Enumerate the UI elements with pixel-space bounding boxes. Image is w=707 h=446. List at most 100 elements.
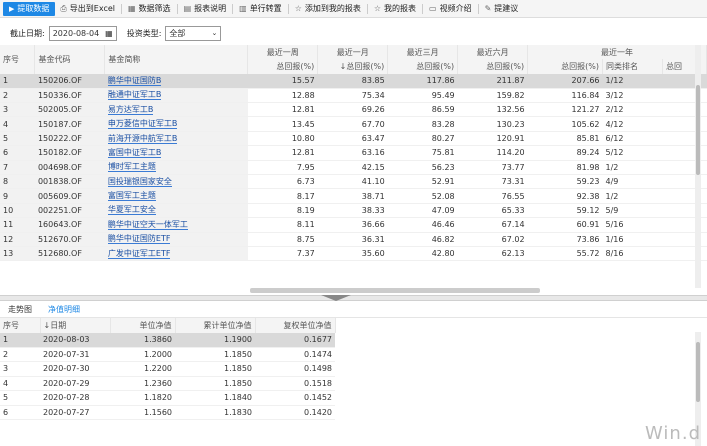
cell-code: 150187.OF [34,116,105,132]
table-row[interactable]: 9 005609.OF 富国军工主题 8.17 38.71 52.08 76.55 92.38… [0,188,707,204]
table-row[interactable]: 2 2020-07-31 1.2000 1.1850 0.1474 [0,347,335,362]
col-header-rank[interactable]: 同类排名 [602,59,663,74]
cell-adj_nav: 0.1677 [255,332,335,348]
table-row[interactable]: 11 160643.OF 鹏华中证空天一体军工 8.11 36.66 46.46 67.14… [0,217,707,233]
export-excel-button[interactable]: ⎙ 导出到Excel [55,0,120,18]
cell-name[interactable]: 前海开源中航军工B [104,131,248,147]
bottom-tabs: 走势图 净值明细 [0,301,707,318]
fund-name-link[interactable]: 广发中证军工ETF [107,249,171,259]
cell-name[interactable]: 申万菱信中证军工B [104,116,248,132]
cell-seq: 3 [0,102,35,118]
cell-m3: 117.86 [387,73,458,89]
col-header-adj-nav[interactable]: 复权单位净值 [255,318,336,333]
cell-rank: 2/12 [602,102,663,118]
table-row[interactable]: 7 004698.OF 博时军工主题 7.95 42.15 56.23 73.77 81.98… [0,160,707,176]
calendar-icon[interactable]: ▦ [105,29,113,38]
fund-name-link[interactable]: 鹏华中证国防B [107,76,162,86]
cell-seq: 10 [0,203,35,219]
data-filter-button[interactable]: ▦ 数据筛选 [123,0,176,18]
table-row[interactable]: 10 002251.OF 华夏军工安全 8.19 38.33 47.09 65.33 59.1… [0,203,707,219]
table-row[interactable]: 4 150187.OF 申万菱信中证军工B 13.45 67.70 83.28 130.23… [0,116,707,132]
table-row[interactable]: 5 150222.OF 前海开源中航军工B 10.80 63.47 80.27 120.91… [0,131,707,147]
fund-name-link[interactable]: 鹏华中证空天一体军工 [107,220,188,230]
cell-seq: 11 [0,217,35,233]
col-header-seq[interactable]: 序号 [0,45,36,74]
investment-type-select[interactable]: 全部 ⌄ [165,25,222,41]
fund-name-link[interactable]: 申万菱信中证军工B [107,119,178,130]
fund-name-link[interactable]: 富国中证军工B [107,148,162,158]
cell-name[interactable]: 富国军工主题 [104,188,248,204]
table-row[interactable]: 5 2020-07-28 1.1820 1.1840 0.1452 [0,390,335,406]
top-scroll-thumb[interactable] [696,85,700,175]
table-row[interactable]: 12 512670.OF 鹏华中证国防ETF 8.75 36.31 46.82 67.02 7… [0,232,707,247]
date-picker[interactable]: 2020-08-04 ▦ [48,25,117,41]
table-row[interactable]: 1 2020-08-03 1.3860 1.1900 0.1677 [0,332,335,348]
cell-name[interactable]: 鹏华中证空天一体军工 [104,217,248,233]
col-header-seq[interactable]: 序号 [0,318,41,333]
cell-m3: 52.91 [387,174,458,190]
bottom-scroll-thumb[interactable] [696,342,700,402]
col-header-date[interactable]: ↓日期 [40,318,111,333]
my-report-button[interactable]: ☆ 我的报表 [369,0,421,18]
cell-w1: 7.95 [247,160,318,176]
col-header-3month-return[interactable]: 总回报(%) [387,59,459,74]
fund-name-link[interactable]: 博时军工主题 [107,162,156,173]
table-row[interactable]: 4 2020-07-29 1.2360 1.1850 0.1518 [0,376,335,391]
table-row[interactable]: 13 512680.OF 广发中证军工ETF 7.37 35.60 42.80 62.13 5… [0,246,707,262]
table-row[interactable]: 6 2020-07-27 1.1560 1.1830 0.1420 [0,405,335,420]
tab-nav-detail[interactable]: 净值明细 [40,304,88,315]
cell-name[interactable]: 易方达军工B [104,102,248,118]
table-row[interactable]: 3 502005.OF 易方达军工B 12.81 69.26 86.59 132.56 121… [0,102,707,118]
cell-m1: 38.33 [317,203,388,219]
col-header-6month-return[interactable]: 总回报(%) [457,59,529,74]
cell-name[interactable]: 博时军工主题 [104,160,248,176]
cell-seq: 6 [0,145,35,161]
col-header-name[interactable]: 基金简称 [104,45,249,74]
suggest-button[interactable]: ✎ 提建议 [480,0,524,18]
extract-data-button[interactable]: ▶ 提取数据 [3,1,56,16]
add-to-my-report-button[interactable]: ☆ 添加到我的报表 [290,0,366,18]
cell-m1: 41.10 [317,174,388,190]
report-info-button[interactable]: ▤ 报表说明 [179,0,232,18]
cell-name[interactable]: 鹏华中证国防B [104,73,248,89]
video-intro-button[interactable]: ▭ 视频介绍 [424,0,477,18]
cell-seq: 4 [0,116,35,132]
cell-m3: 80.27 [387,131,458,147]
col-header-acc-nav[interactable]: 累计单位净值 [175,318,256,333]
cell-m6: 130.23 [457,116,528,132]
fund-name-link[interactable]: 富国军工主题 [107,191,156,202]
cell-name[interactable]: 广发中证军工ETF [104,246,248,262]
fund-name-link[interactable]: 融通中证军工B [107,90,162,101]
tab-trend-chart[interactable]: 走势图 [0,304,40,315]
fund-name-link[interactable]: 鹏华中证国防ETF [107,234,171,245]
col-header-year-return[interactable]: 总回报(%) [527,59,603,74]
top-vertical-scrollbar[interactable] [695,45,701,288]
cell-name[interactable]: 鹏华中证国防ETF [104,232,248,247]
table-row[interactable]: 2 150336.OF 融通中证军工B 12.88 75.34 95.49 159.82 11… [0,88,707,104]
horizontal-scrollbar[interactable] [250,288,540,293]
fund-name-link[interactable]: 国投瑞银国家安全 [107,177,172,187]
cell-name[interactable]: 华夏军工安全 [104,203,248,219]
table-row[interactable]: 8 001838.OF 国投瑞银国家安全 6.73 41.10 52.91 73.31 59.… [0,174,707,190]
cell-rank: 5/9 [602,203,663,219]
cell-m6: 211.87 [457,73,528,89]
cell-name[interactable]: 融通中证军工B [104,88,248,104]
fund-name-link[interactable]: 前海开源中航军工B [107,134,178,144]
table-row[interactable]: 3 2020-07-30 1.2200 1.1850 0.1498 [0,361,335,377]
table-row[interactable]: 6 150182.OF 富国中证军工B 12.81 63.16 75.81 114.20 89… [0,145,707,161]
col-header-month-return[interactable]: ↓总回报(%) [317,59,389,74]
cell-rank: 5/12 [602,145,663,161]
cell-code: 150222.OF [34,131,105,147]
play-icon: ▶ [9,4,15,13]
cell-name[interactable]: 富国中证军工B [104,145,248,161]
fund-name-link[interactable]: 华夏军工安全 [107,205,156,216]
fund-name-link[interactable]: 易方达军工B [107,105,154,115]
row-transpose-button[interactable]: ▥ 单行转置 [234,0,287,18]
cell-name[interactable]: 国投瑞银国家安全 [104,174,248,190]
col-header-week-return[interactable]: 总回报(%) [247,59,319,74]
video-intro-label: 视频介绍 [439,4,472,13]
col-header-unit-nav[interactable]: 单位净值 [110,318,176,333]
col-header-code[interactable]: 基金代码 [34,45,106,74]
cell-m1: 75.34 [317,88,388,104]
table-row[interactable]: 1 150206.OF 鹏华中证国防B 15.57 83.85 117.86 211.87 2… [0,73,707,89]
